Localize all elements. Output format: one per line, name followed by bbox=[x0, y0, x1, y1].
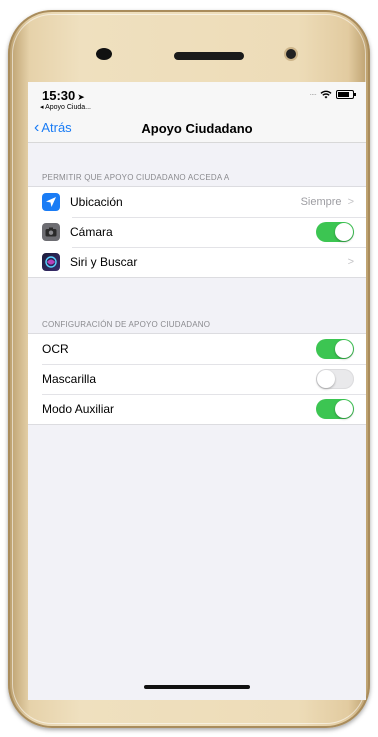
config-section-header: CONFIGURACIÓN DE APOYO CIUDADANO bbox=[42, 320, 211, 329]
toggle-knob bbox=[335, 223, 353, 241]
row-camera-label: Cámara bbox=[70, 225, 113, 239]
ocr-toggle[interactable] bbox=[316, 339, 354, 359]
row-siri-label: Siri y Buscar bbox=[70, 255, 138, 269]
toggle-knob bbox=[335, 340, 353, 358]
row-siri[interactable]: Siri y Buscar > bbox=[28, 247, 366, 277]
status-back-to-app[interactable]: ◂ Apoyo Ciuda... bbox=[40, 103, 91, 111]
row-location[interactable]: Ubicación Siempre > bbox=[28, 187, 366, 217]
home-indicator[interactable] bbox=[144, 685, 250, 689]
proximity-sensor-icon bbox=[286, 49, 296, 59]
permissions-section-header: PERMITIR QUE APOYO CIUDADANO ACCEDA A bbox=[42, 173, 230, 182]
camera-icon bbox=[42, 223, 60, 241]
chevron-right-icon: > bbox=[347, 196, 354, 208]
page-title: Apoyo Ciudadano bbox=[141, 121, 253, 136]
navigation-bar: ‹ Atrás Apoyo Ciudadano bbox=[28, 116, 366, 143]
row-mascarilla[interactable]: Mascarilla bbox=[28, 364, 366, 394]
status-bar: 15:30 ➤ ◂ Apoyo Ciuda... ···· bbox=[28, 82, 366, 116]
location-services-icon: ➤ bbox=[77, 92, 85, 102]
chevron-right-icon: > bbox=[347, 256, 354, 268]
camera-toggle[interactable] bbox=[316, 222, 354, 242]
phone-frame: 15:30 ➤ ◂ Apoyo Ciuda... ···· ‹ Atrás Apo… bbox=[8, 10, 370, 728]
earpiece-speaker bbox=[174, 52, 244, 60]
signal-icon: ···· bbox=[309, 90, 317, 99]
front-camera-icon bbox=[96, 48, 112, 60]
status-time-text: 15:30 bbox=[42, 88, 76, 103]
mascarilla-toggle[interactable] bbox=[316, 369, 354, 389]
row-camera[interactable]: Cámara bbox=[28, 217, 366, 247]
row-modo-auxiliar[interactable]: Modo Auxiliar bbox=[28, 394, 366, 424]
row-modo-auxiliar-label: Modo Auxiliar bbox=[42, 402, 115, 416]
row-ocr[interactable]: OCR bbox=[28, 334, 366, 364]
status-time: 15:30 ➤ bbox=[42, 88, 85, 103]
toggle-knob bbox=[335, 400, 353, 418]
location-arrow-icon bbox=[42, 193, 60, 211]
status-indicators: ···· bbox=[309, 90, 356, 99]
phone-screen: 15:30 ➤ ◂ Apoyo Ciuda... ···· ‹ Atrás Apo… bbox=[28, 82, 366, 700]
row-ocr-label: OCR bbox=[42, 342, 69, 356]
config-group: OCR Mascarilla Modo Auxiliar bbox=[28, 333, 366, 425]
location-detail: Siempre > bbox=[301, 196, 354, 208]
siri-detail: > bbox=[342, 256, 354, 268]
siri-icon bbox=[42, 253, 60, 271]
row-mascarilla-label: Mascarilla bbox=[42, 372, 97, 386]
permissions-group: Ubicación Siempre > Cámara Siri y Buscar … bbox=[28, 186, 366, 278]
modo-auxiliar-toggle[interactable] bbox=[316, 399, 354, 419]
row-location-label: Ubicación bbox=[70, 195, 123, 209]
battery-icon bbox=[336, 90, 356, 99]
location-value: Siempre bbox=[300, 196, 342, 208]
wifi-icon bbox=[320, 90, 332, 99]
toggle-knob bbox=[317, 370, 335, 388]
